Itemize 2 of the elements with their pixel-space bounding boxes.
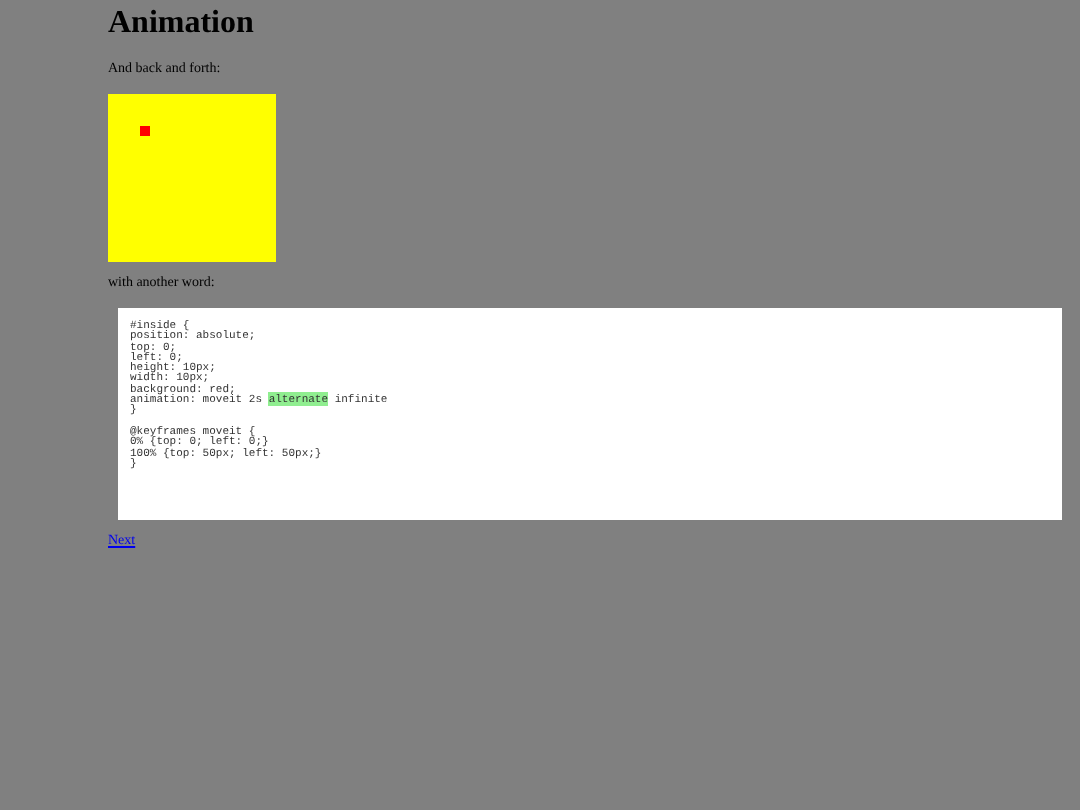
moving-square	[140, 126, 150, 136]
page-heading: Animation	[108, 4, 256, 44]
